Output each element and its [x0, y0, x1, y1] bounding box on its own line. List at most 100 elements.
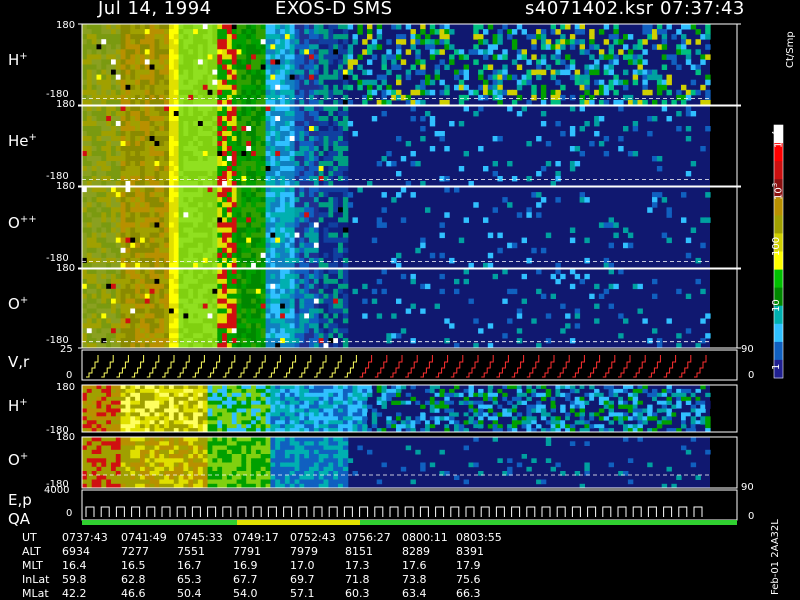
heat-cell — [304, 269, 310, 275]
heat-cell — [125, 237, 131, 244]
heat-cell — [125, 116, 131, 122]
heat-cell — [270, 126, 276, 132]
heat-cell — [627, 94, 634, 101]
heat-cell — [280, 227, 286, 233]
heat-cell — [212, 333, 218, 339]
heat-cell — [338, 34, 344, 40]
heat-cell — [313, 257, 320, 264]
heat-cell — [289, 269, 296, 275]
heat-cell — [120, 257, 126, 264]
heat-cell — [338, 121, 344, 127]
heat-cell — [207, 79, 213, 86]
heat-cell — [115, 227, 122, 233]
heat-cell — [338, 39, 344, 45]
heat-cell — [309, 84, 315, 91]
heat-cell — [536, 34, 542, 40]
heat-cell — [666, 74, 672, 81]
heat-cell — [207, 146, 213, 152]
heat-cell — [270, 171, 276, 177]
heat-cell — [106, 283, 112, 290]
heat-cell — [178, 273, 184, 280]
heat-cell — [111, 424, 117, 429]
heat-cell — [115, 141, 122, 147]
heat-cell — [637, 54, 643, 60]
heat-cell — [656, 24, 663, 30]
heat-cell — [560, 34, 566, 40]
heat-cell — [560, 44, 566, 50]
heat-cell — [236, 318, 242, 324]
heat-cell — [96, 273, 102, 280]
heat-cell — [197, 126, 204, 132]
heat-cell — [666, 207, 672, 213]
heat-cell — [280, 303, 286, 309]
heat-cell — [86, 388, 93, 394]
heat-cell — [328, 84, 334, 91]
heat-cell — [328, 166, 334, 172]
heat-cell — [284, 131, 291, 137]
heat-cell — [130, 257, 136, 264]
heat-cell — [231, 288, 238, 295]
heat-cell — [183, 74, 189, 81]
heat-cell — [497, 54, 503, 60]
heat-cell — [135, 298, 141, 304]
heat-cell — [86, 64, 93, 70]
heat-cell — [101, 318, 107, 324]
heat-cell — [197, 400, 204, 405]
heat-cell — [159, 323, 165, 329]
heat-cell — [284, 49, 291, 55]
heat-cell — [135, 131, 141, 137]
heat-cell — [574, 323, 581, 329]
heat-cell — [236, 116, 242, 122]
heat-cell — [231, 207, 238, 213]
heat-cell — [313, 303, 320, 309]
heat-cell — [135, 166, 141, 172]
heat-cell — [212, 156, 218, 162]
heat-cell — [371, 39, 378, 45]
heat-cell — [246, 24, 252, 30]
heat-cell — [289, 392, 296, 398]
heat-cell — [241, 298, 247, 304]
heat-cell — [212, 396, 218, 402]
heat-cell — [130, 217, 136, 223]
heat-cell — [318, 237, 325, 244]
heat-cell — [202, 84, 209, 91]
heat-cell — [169, 161, 175, 167]
heat-cell — [328, 303, 334, 309]
heat-cell — [125, 54, 131, 60]
heat-cell — [289, 141, 296, 147]
heat-cell — [270, 222, 276, 228]
heat-cell — [188, 141, 194, 147]
heat-cell — [275, 156, 281, 162]
heat-cell — [497, 69, 503, 76]
heat-cell — [260, 388, 267, 394]
heat-cell — [212, 187, 218, 193]
heat-cell — [613, 283, 619, 290]
heat-cell — [236, 269, 242, 275]
heat-cell — [144, 308, 151, 314]
heat-cell — [96, 69, 102, 76]
heat-cell — [656, 166, 663, 172]
heat-cell — [299, 64, 305, 70]
heat-cell — [96, 54, 102, 60]
heat-cell — [96, 187, 102, 193]
heat-cell — [154, 141, 160, 147]
heat-cell — [125, 416, 131, 421]
heat-cell — [569, 34, 576, 40]
heat-cell — [82, 396, 88, 402]
heat-cell — [86, 59, 93, 65]
heat-cell — [101, 227, 107, 233]
heat-cell — [569, 64, 576, 70]
heat-cell — [82, 338, 88, 344]
heat-cell — [82, 404, 88, 409]
heat-cell — [154, 227, 160, 233]
heat-cell — [275, 385, 281, 390]
heat-cell — [197, 151, 204, 157]
heat-cell — [313, 116, 320, 122]
heat-cell — [183, 283, 189, 290]
heat-cell — [149, 79, 155, 86]
heat-cell — [492, 79, 498, 86]
heat-cell — [183, 318, 189, 324]
heat-cell — [111, 207, 117, 213]
heat-cell — [188, 416, 194, 421]
heat-cell — [231, 156, 238, 162]
